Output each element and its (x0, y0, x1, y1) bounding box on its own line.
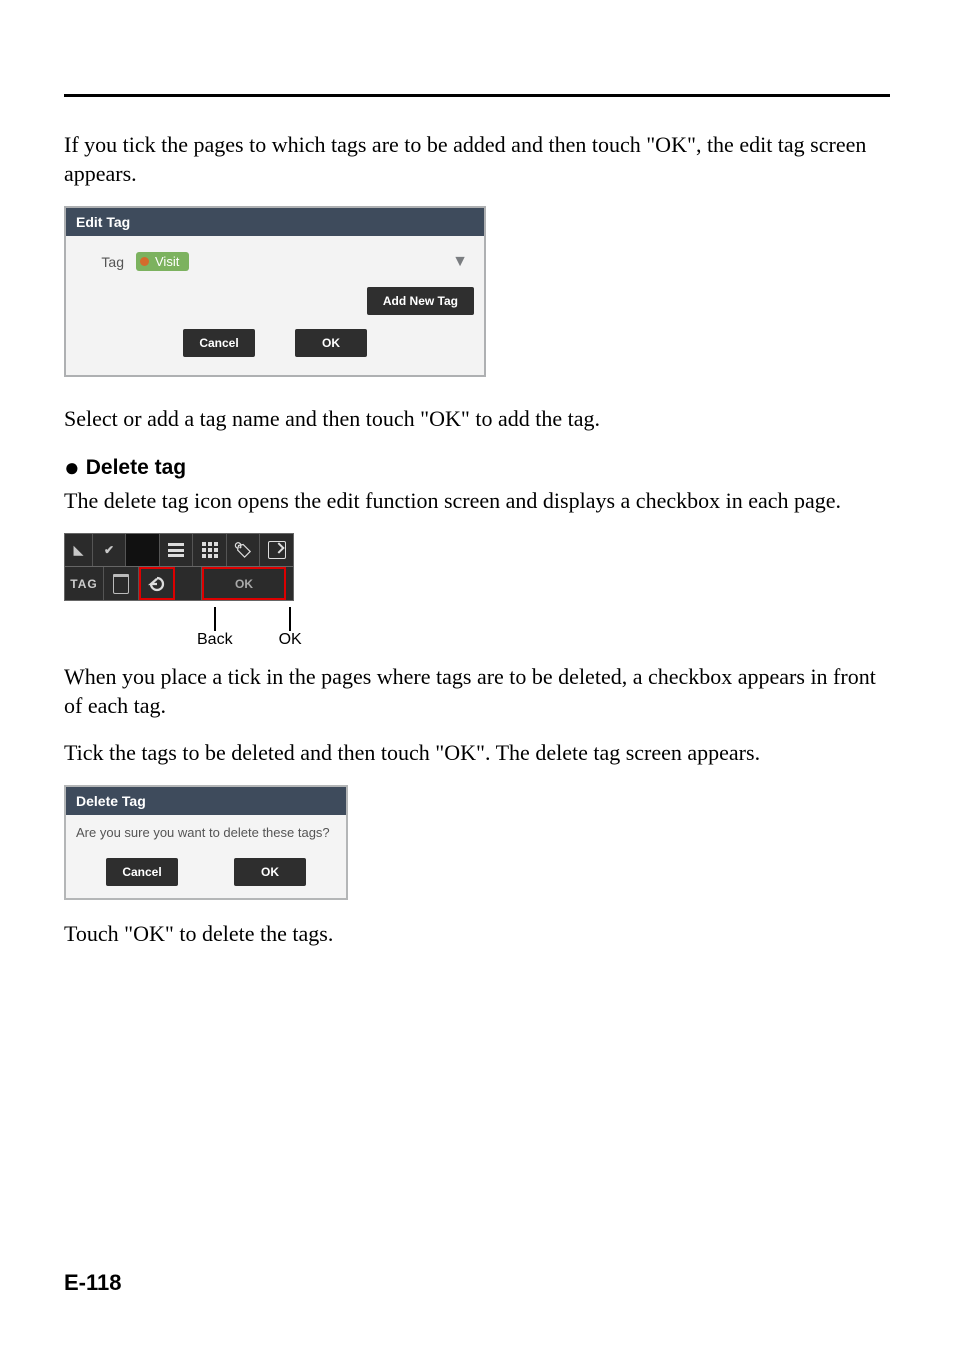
dropdown-chevron-icon[interactable]: ▼ (452, 253, 468, 271)
delete-tag-ok-button[interactable]: OK (234, 858, 306, 886)
callout-back-label: Back (197, 631, 233, 649)
tag-chip[interactable]: Visit (136, 252, 189, 271)
tag-color-icon (140, 257, 149, 266)
toolbar-list-icon[interactable] (160, 534, 194, 566)
toolbar-tag-icon[interactable]: 🏷 (227, 534, 261, 566)
tag-chip-label: Visit (155, 254, 179, 269)
tag-row: Tag Visit ▼ (66, 236, 484, 281)
toolbar-grid-icon[interactable] (193, 534, 227, 566)
tag-field-label: Tag (74, 254, 124, 270)
toolbar-callouts: Back OK (197, 607, 890, 649)
toolbar-row-1: ◣ ✔ 🏷 (64, 533, 294, 567)
edit-tag-title: Edit Tag (66, 208, 484, 236)
callout-ok-label: OK (279, 631, 302, 649)
delete-tag-cancel-button[interactable]: Cancel (106, 858, 178, 886)
delete-intro-text: The delete tag icon opens the edit funct… (64, 487, 890, 516)
delete-final-text: Touch "OK" to delete the tags. (64, 920, 890, 949)
back-arrow-icon (148, 575, 166, 593)
toolbar-ok-button[interactable]: OK (202, 567, 286, 600)
delete-tag-heading: ● Delete tag (64, 452, 890, 483)
delete-tag-panel: Delete Tag Are you sure you want to dele… (64, 785, 348, 900)
toolbar-check-icon[interactable]: ✔ (93, 534, 127, 566)
delete-tag-title: Delete Tag (66, 787, 346, 815)
edit-tag-cancel-button[interactable]: Cancel (183, 329, 255, 357)
after-edit-text: Select or add a tag name and then touch … (64, 405, 890, 434)
callout-back: Back (197, 607, 233, 649)
toolbar-back-button[interactable] (139, 567, 175, 600)
toolbar-pointer-icon[interactable]: ◣ (65, 534, 93, 566)
bullet-icon: ● (64, 452, 80, 482)
toolbar-row-2: TAG OK (64, 567, 294, 601)
edit-tag-ok-button[interactable]: OK (295, 329, 367, 357)
callout-ok: OK (279, 607, 302, 649)
toolbar-spacer (126, 534, 160, 566)
toolbar-edit-icon[interactable] (260, 534, 293, 566)
delete-tag-message: Are you sure you want to delete these ta… (66, 815, 346, 858)
toolbar-figure: ◣ ✔ 🏷 TAG OK (64, 533, 890, 601)
add-new-tag-button[interactable]: Add New Tag (367, 287, 474, 315)
toolbar-tag-label[interactable]: TAG (65, 567, 104, 600)
delete-para-2: Tick the tags to be deleted and then tou… (64, 739, 890, 768)
edit-tag-panel: Edit Tag Tag Visit ▼ Add New Tag Cancel … (64, 206, 486, 377)
toolbar-gap (175, 567, 202, 600)
toolbar-delete-tag-icon[interactable] (104, 567, 139, 600)
top-rule (64, 94, 890, 97)
intro-text: If you tick the pages to which tags are … (64, 131, 890, 188)
delete-tag-heading-label: Delete tag (86, 456, 186, 479)
page-number: E-118 (64, 1270, 122, 1296)
delete-para-1: When you place a tick in the pages where… (64, 663, 890, 720)
